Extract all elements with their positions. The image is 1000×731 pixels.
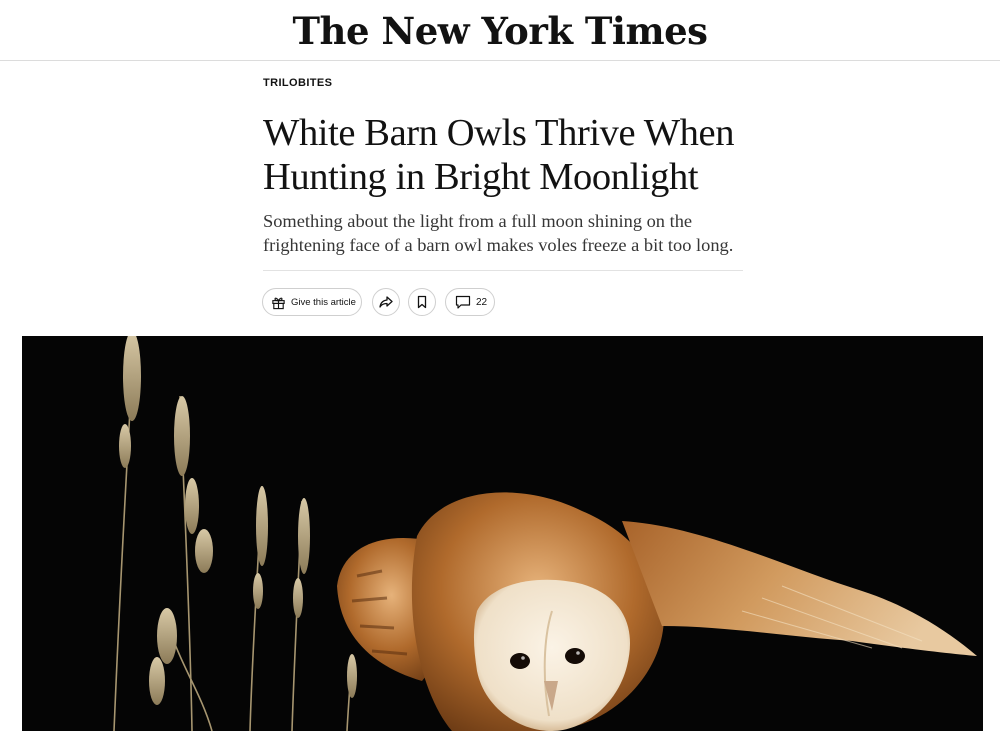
headline-line-1: White Barn Owls Thrive When [263, 112, 735, 154]
summary: Something about the light from a full mo… [263, 209, 743, 257]
headline: White Barn Owls Thrive When Hunting in B… [263, 111, 743, 199]
give-article-label: Give this article [291, 296, 356, 308]
save-button[interactable] [408, 288, 436, 316]
article-toolbar: Give this article 22 [262, 287, 495, 317]
summary-line-1: Something about the light from a full mo… [263, 211, 693, 231]
lead-photo [22, 336, 983, 731]
comment-count: 22 [476, 296, 488, 308]
share-arrow-icon [378, 294, 394, 310]
share-button[interactable] [372, 288, 400, 316]
bookmark-icon [415, 295, 429, 309]
headline-line-2: Hunting in Bright Moonlight [263, 156, 699, 198]
article-header: TRILOBITES White Barn Owls Thrive When H… [263, 70, 743, 257]
speech-bubble-icon [455, 295, 471, 310]
give-article-button[interactable]: Give this article [262, 288, 362, 316]
comments-button[interactable]: 22 [445, 288, 495, 316]
nyt-logo[interactable]: The New York Times [293, 12, 708, 50]
barn-owl-photo [22, 336, 983, 731]
section-kicker[interactable]: TRILOBITES [263, 77, 743, 93]
summary-line-2: frightening face of a barn owl makes vol… [263, 235, 734, 255]
masthead: The New York Times [0, 0, 1000, 61]
divider [263, 270, 743, 271]
gift-icon [271, 295, 286, 310]
